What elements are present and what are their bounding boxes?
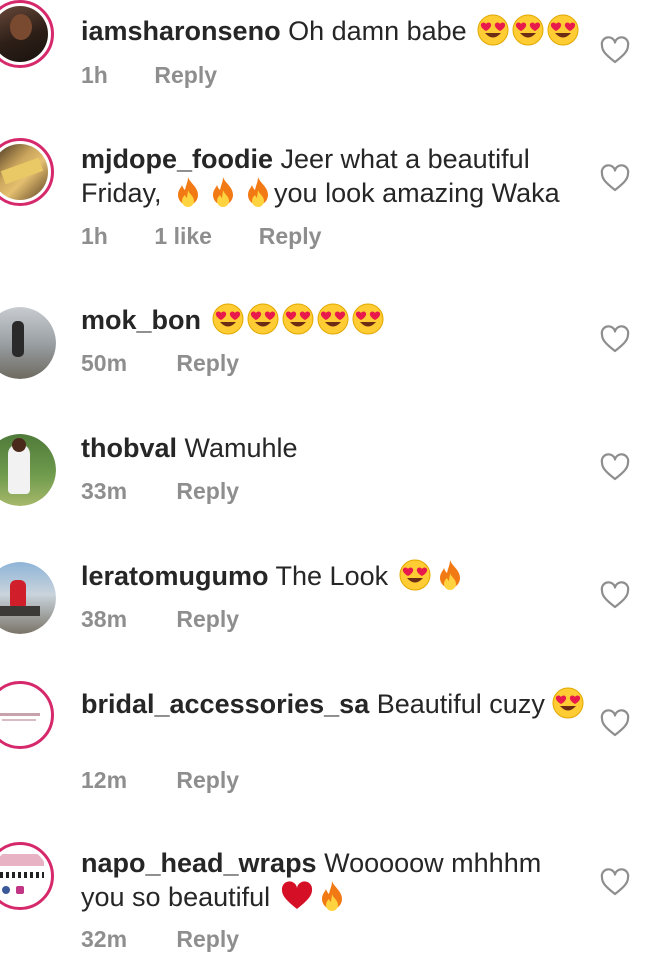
reply-button[interactable]: Reply [176, 350, 239, 377]
fire-emoji-icon [434, 559, 466, 591]
username[interactable]: mok_bon [81, 305, 201, 335]
username[interactable]: bridal_accessories_sa [81, 689, 369, 719]
like-heart-icon[interactable] [600, 868, 630, 896]
heart-eyes-emoji-icon [552, 687, 584, 719]
heart-eyes-emoji-icon [282, 303, 314, 335]
like-heart-icon[interactable] [600, 709, 630, 737]
reply-button[interactable]: Reply [259, 223, 322, 250]
comment-text: Oh damn babe [288, 16, 467, 46]
avatar[interactable] [0, 562, 56, 634]
like-heart-icon[interactable] [600, 164, 630, 192]
avatar[interactable] [0, 434, 56, 506]
comment-text: Wamuhle [184, 433, 298, 463]
reply-button[interactable]: Reply [176, 478, 239, 505]
reply-button[interactable]: Reply [176, 926, 239, 953]
fire-emoji-icon [172, 176, 204, 208]
comment-time: 1h [81, 223, 108, 249]
comment-text: The Look [275, 561, 389, 591]
fire-emoji-icon [242, 176, 274, 208]
reply-button[interactable]: Reply [154, 62, 217, 89]
like-heart-icon[interactable] [600, 581, 630, 609]
heart-eyes-emoji-icon [317, 303, 349, 335]
avatar[interactable] [0, 0, 54, 68]
heart-eyes-emoji-icon [212, 303, 244, 335]
username[interactable]: leratomugumo [81, 561, 269, 591]
comment-time: 32m [81, 926, 128, 952]
username[interactable]: mjdope_foodie [81, 144, 273, 174]
comment-time: 1h [81, 62, 108, 88]
avatar[interactable] [0, 681, 54, 749]
comment-time: 33m [81, 478, 128, 504]
comment-time: 50m [81, 350, 128, 376]
heart-eyes-emoji-icon [477, 14, 509, 46]
comment-text-continued: you look amazing Waka [274, 178, 560, 208]
avatar[interactable] [0, 842, 54, 910]
username[interactable]: iamsharonseno [81, 16, 281, 46]
comment-text: Beautiful cuzy [376, 689, 545, 719]
comment-time: 12m [81, 767, 128, 793]
red-heart-emoji-icon [281, 880, 313, 912]
username[interactable]: napo_head_wraps [81, 848, 317, 878]
heart-eyes-emoji-icon [512, 14, 544, 46]
like-heart-icon[interactable] [600, 36, 630, 64]
avatar[interactable] [0, 138, 54, 206]
reply-button[interactable]: Reply [176, 767, 239, 794]
like-heart-icon[interactable] [600, 325, 630, 353]
fire-emoji-icon [207, 176, 239, 208]
comment-time: 38m [81, 606, 128, 632]
username[interactable]: thobval [81, 433, 177, 463]
heart-eyes-emoji-icon [352, 303, 384, 335]
avatar[interactable] [0, 307, 56, 379]
heart-eyes-emoji-icon [547, 14, 579, 46]
heart-eyes-emoji-icon [247, 303, 279, 335]
reply-button[interactable]: Reply [176, 606, 239, 633]
like-count[interactable]: 1 like [154, 223, 252, 250]
heart-eyes-emoji-icon [399, 559, 431, 591]
fire-emoji-icon [316, 880, 348, 912]
like-heart-icon[interactable] [600, 453, 630, 481]
